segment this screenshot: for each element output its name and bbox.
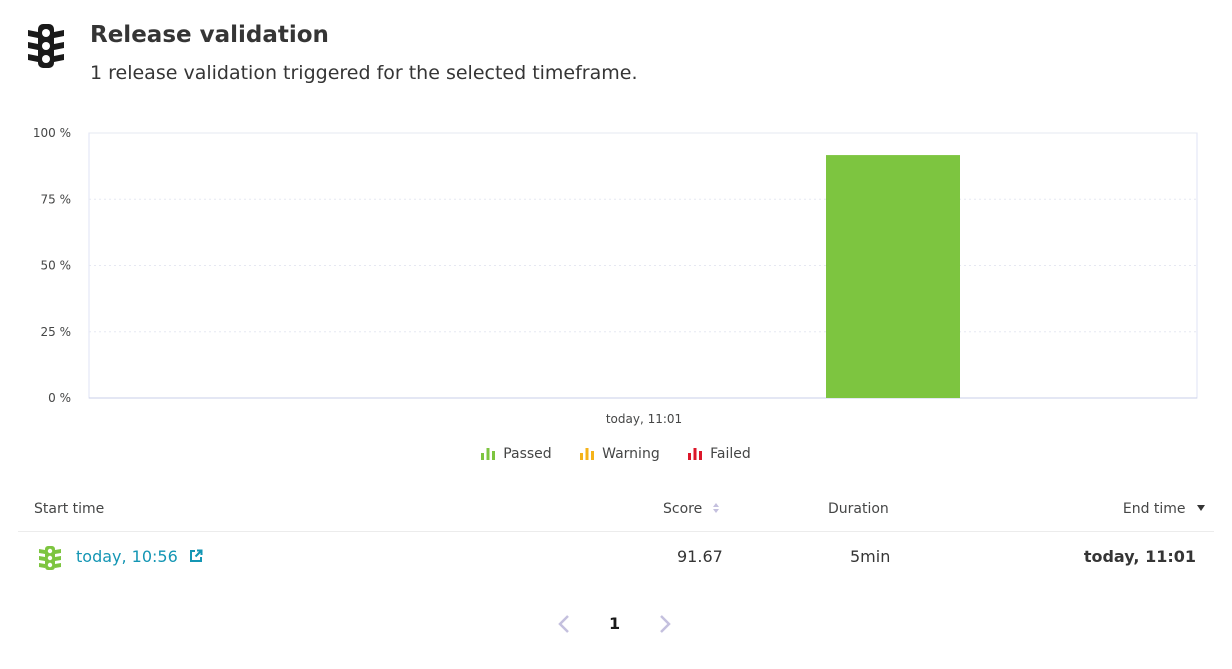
column-header-start-time[interactable]: Start time xyxy=(34,501,104,517)
legend-item-warning[interactable]: Warning xyxy=(580,446,660,462)
chevron-left-icon[interactable] xyxy=(557,614,571,634)
duration-value: 5min xyxy=(850,547,891,566)
start-time-link[interactable]: today, 10:56 xyxy=(76,547,203,566)
legend-item-failed[interactable]: Failed xyxy=(688,446,751,462)
legend-label: Warning xyxy=(602,446,660,462)
table-row: today, 10:56 91.67 5min today, 11:01 xyxy=(18,532,1214,584)
chart-legend: Passed Warning Failed xyxy=(0,446,1232,464)
x-tick-label: today, 11:01 xyxy=(606,412,682,426)
pagination: 1 xyxy=(0,606,1232,642)
external-link-icon xyxy=(189,549,203,562)
legend-item-passed[interactable]: Passed xyxy=(481,446,552,462)
y-tick-label: 50 % xyxy=(41,259,72,273)
y-tick-label: 25 % xyxy=(41,325,72,339)
validations-table: Start time Score Duration End time today… xyxy=(18,493,1214,584)
chevron-right-icon[interactable] xyxy=(658,614,672,634)
page-title: Release validation xyxy=(90,22,329,48)
sort-icon xyxy=(712,503,719,513)
y-tick-label: 0 % xyxy=(48,391,71,405)
legend-label: Passed xyxy=(503,446,552,462)
column-header-score[interactable]: Score xyxy=(663,501,720,517)
bar-passed[interactable] xyxy=(826,155,960,398)
y-tick-label: 75 % xyxy=(41,192,72,206)
table-header: Start time Score Duration End time xyxy=(18,493,1214,532)
end-time-value: today, 11:01 xyxy=(1083,547,1196,566)
bar-chart-icon xyxy=(481,448,496,460)
y-tick-label: 100 % xyxy=(33,126,71,140)
page-subtitle: 1 release validation triggered for the s… xyxy=(90,62,638,84)
column-header-duration[interactable]: Duration xyxy=(828,501,889,517)
column-header-end-time[interactable]: End time xyxy=(1123,501,1206,517)
bar-chart-icon xyxy=(688,448,703,460)
traffic-light-icon xyxy=(39,546,61,570)
score-value: 91.67 xyxy=(677,547,723,566)
traffic-light-icon xyxy=(28,24,64,68)
page-number-current[interactable]: 1 xyxy=(609,614,620,633)
legend-label: Failed xyxy=(710,446,751,462)
validation-bar-chart: 0 % 25 % 50 % 75 % 100 % today, 11:01 xyxy=(33,126,1198,426)
sort-descending-icon xyxy=(1197,505,1205,511)
bar-chart-icon xyxy=(580,448,595,460)
